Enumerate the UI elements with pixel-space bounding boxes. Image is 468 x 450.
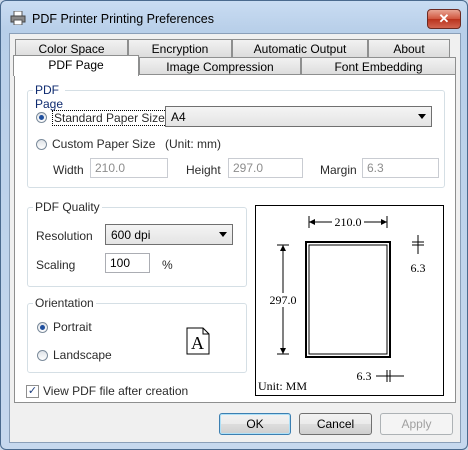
chevron-down-icon bbox=[219, 232, 227, 237]
standard-paper-label[interactable]: Standard Paper Size bbox=[52, 110, 167, 126]
cancel-button[interactable]: Cancel bbox=[299, 413, 372, 435]
portrait-page-icon: A bbox=[186, 327, 210, 355]
tab-encryption[interactable]: Encryption bbox=[128, 39, 232, 57]
orientation-group bbox=[27, 303, 247, 373]
unit-note: (Unit: mm) bbox=[165, 137, 221, 151]
height-label: Height bbox=[186, 163, 221, 177]
scaling-label: Scaling bbox=[36, 258, 76, 272]
resolution-select[interactable]: 600 dpi bbox=[105, 224, 233, 245]
height-dimension-label: 297.0 bbox=[270, 293, 297, 307]
scaling-unit: % bbox=[162, 258, 173, 272]
arrow-down-icon bbox=[280, 348, 286, 354]
landscape-label[interactable]: Landscape bbox=[53, 348, 112, 362]
window-title: PDF Printer Printing Preferences bbox=[32, 12, 215, 26]
width-dimension-label: 210.0 bbox=[335, 215, 362, 229]
margin-field[interactable]: 6.3 bbox=[362, 158, 439, 178]
portrait-label[interactable]: Portrait bbox=[53, 320, 92, 334]
ok-button[interactable]: OK bbox=[219, 413, 291, 435]
pdf-quality-group bbox=[27, 207, 247, 287]
margin-label: Margin bbox=[320, 163, 357, 177]
arrow-left-icon bbox=[309, 219, 315, 225]
paper-size-value: A4 bbox=[171, 110, 186, 124]
resolution-label: Resolution bbox=[36, 229, 93, 243]
margin-top-label: 6.3 bbox=[411, 261, 426, 275]
width-field[interactable]: 210.0 bbox=[90, 158, 168, 178]
view-pdf-checkbox[interactable]: ✓ bbox=[26, 385, 39, 398]
portrait-radio[interactable] bbox=[37, 322, 48, 333]
pdf-page-legend: PDF Page bbox=[33, 83, 66, 111]
tab-image-compression[interactable]: Image Compression bbox=[139, 57, 301, 75]
standard-paper-radio[interactable] bbox=[36, 112, 47, 123]
printer-icon bbox=[10, 11, 26, 25]
landscape-radio[interactable] bbox=[37, 350, 48, 361]
resolution-value: 600 dpi bbox=[111, 228, 151, 242]
preview-page bbox=[305, 241, 391, 358]
tab-automatic-output[interactable]: Automatic Output bbox=[232, 39, 368, 57]
custom-paper-radio[interactable] bbox=[36, 139, 47, 150]
tab-pdf-page[interactable]: PDF Page bbox=[13, 55, 139, 76]
scaling-field[interactable]: 100 bbox=[105, 253, 150, 273]
pdf-quality-legend: PDF Quality bbox=[33, 200, 102, 214]
title-bar: PDF Printer Printing Preferences ✕ bbox=[1, 1, 467, 35]
arrow-right-icon bbox=[381, 219, 387, 225]
custom-paper-label[interactable]: Custom Paper Size bbox=[52, 137, 155, 151]
preview-drawing: 210.0 297.0 6.3 6.3 Unit: MM bbox=[258, 215, 426, 393]
page-preview: 210.0 297.0 6.3 6.3 Unit: MM bbox=[255, 205, 444, 396]
orientation-legend: Orientation bbox=[33, 296, 96, 310]
arrow-up-icon bbox=[280, 245, 286, 251]
margin-bottom-label: 6.3 bbox=[357, 369, 372, 383]
close-button[interactable]: ✕ bbox=[427, 9, 461, 29]
height-field[interactable]: 297.0 bbox=[228, 158, 303, 178]
chevron-down-icon bbox=[418, 114, 426, 119]
apply-button[interactable]: Apply bbox=[380, 413, 453, 435]
view-pdf-label[interactable]: View PDF file after creation bbox=[43, 384, 188, 398]
tab-about[interactable]: About bbox=[368, 39, 450, 57]
page-icon-letter: A bbox=[191, 333, 204, 353]
tab-font-embedding[interactable]: Font Embedding bbox=[301, 57, 456, 75]
preview-unit-label: Unit: MM bbox=[258, 379, 307, 393]
paper-size-select[interactable]: A4 bbox=[165, 106, 432, 127]
width-label: Width bbox=[53, 163, 84, 177]
